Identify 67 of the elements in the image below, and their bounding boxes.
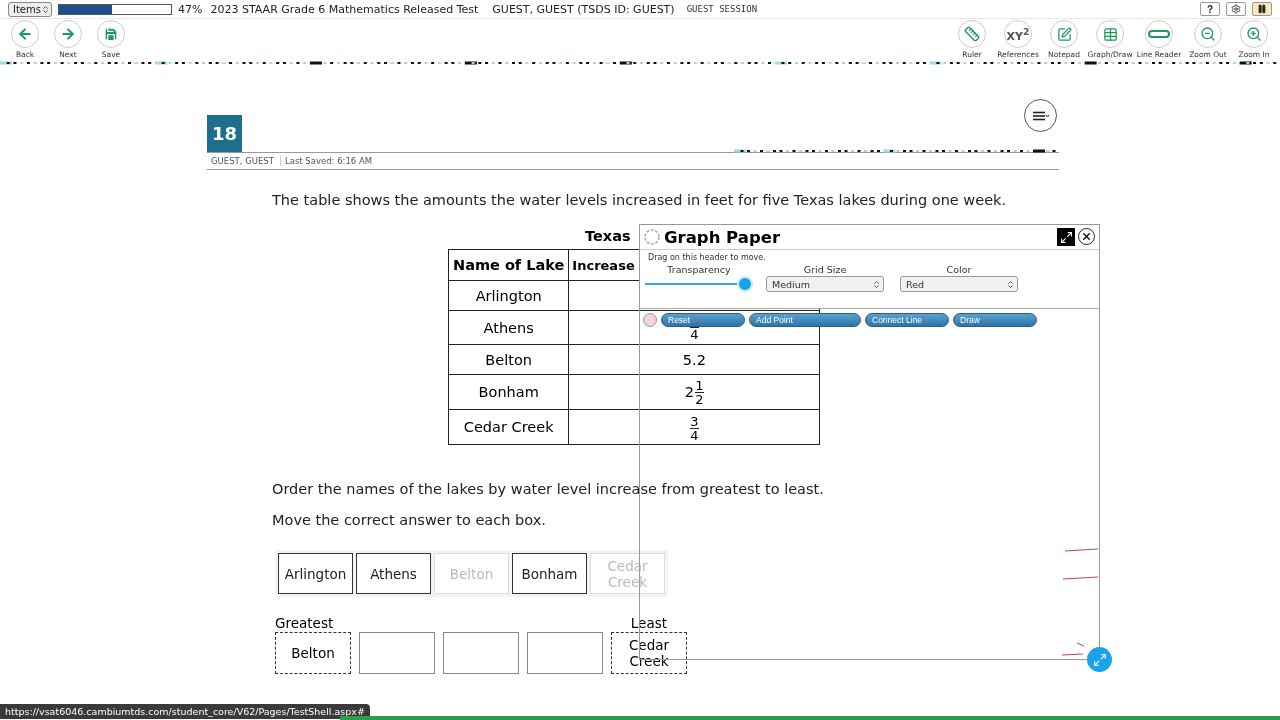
close-button[interactable] <box>1078 228 1095 245</box>
graph-tool-button[interactable]: Draw <box>953 313 1037 327</box>
close-icon <box>1081 231 1092 242</box>
items-select[interactable]: Items <box>8 1 52 17</box>
help-button[interactable]: ? <box>1200 2 1220 16</box>
answer-choice[interactable]: Bonham <box>512 553 587 594</box>
record-button[interactable] <box>643 313 657 327</box>
drag-hint: Drag on this header to move. <box>647 252 767 262</box>
column-header: Name of Lake <box>448 249 569 281</box>
pause-button[interactable] <box>1252 2 1272 16</box>
zoom-out-icon <box>1200 26 1216 42</box>
menu-icon <box>1031 110 1050 121</box>
notepad-icon <box>1056 26 1072 42</box>
up-down-caret-icon <box>1006 279 1015 289</box>
expand-icon <box>1059 230 1073 244</box>
table-title: Texas <box>585 228 631 244</box>
table-cell: Cedar Creek <box>448 409 569 445</box>
student-name: GUEST, GUEST <box>210 156 275 166</box>
answer-slot[interactable] <box>443 632 519 674</box>
pause-icon <box>1257 4 1267 14</box>
fullscreen-button[interactable] <box>1057 228 1075 246</box>
resize-handle[interactable] <box>1087 647 1112 672</box>
loading-icon <box>644 229 660 245</box>
zoom-in-icon <box>1246 26 1262 42</box>
menu-button[interactable] <box>1024 99 1057 132</box>
line-reader-icon <box>1148 30 1170 38</box>
graph-paper-title: Graph Paper <box>664 227 781 247</box>
fraction-value: 3 4 <box>689 414 699 442</box>
status-url: https://vsat6046.cambiumtds.com/student_core/V62/Pages/TestShell.aspx# <box>0 704 370 719</box>
question-number: 18 <box>207 115 242 152</box>
control-label: Transparency <box>667 264 731 275</box>
question-prompt: The table shows the amounts the water levels increased in feet for five Texas lakes during one week. <box>272 192 1008 208</box>
pen-strokes-drawing <box>1061 642 1085 658</box>
session-label: GUEST SESSION <box>686 4 758 14</box>
graph-tool-button[interactable]: Reset <box>661 313 745 327</box>
references-icon: XY$^{2}$ <box>1006 25 1030 43</box>
expand-icon <box>1092 652 1107 667</box>
ruler-icon <box>964 26 980 42</box>
student-name: GUEST, GUEST (TSDS ID: GUEST) <box>492 2 675 16</box>
settings-icon <box>1231 4 1241 14</box>
grid-icon <box>1102 26 1118 42</box>
settings-button[interactable] <box>1226 2 1246 16</box>
progress-reading: 47% <box>178 2 203 16</box>
graph-tool-button[interactable]: Add Point <box>749 313 861 327</box>
instruction-text: Order the names of the lakes by water level increase from greatest to least. <box>272 481 825 497</box>
table-cell: Bonham <box>448 374 569 410</box>
answer-choice[interactable]: Arlington <box>278 553 353 594</box>
up-down-caret-icon <box>41 4 50 14</box>
color-select[interactable]: Red <box>900 276 1018 292</box>
table-cell: Arlington <box>448 280 569 311</box>
answer-slot[interactable] <box>359 632 435 674</box>
next-arrow-icon <box>60 26 76 42</box>
answer-choice[interactable]: Athens <box>356 553 431 594</box>
last-saved: Last Saved: 6:16 AM <box>279 156 379 166</box>
fraction-value: 5.2 <box>682 351 706 368</box>
answer-slot[interactable]: Belton <box>275 632 351 674</box>
pen-strokes-drawing <box>1061 545 1101 581</box>
test-title: 2023 STAAR Grade 6 Mathematics Released Test <box>210 2 479 16</box>
up-down-caret-icon <box>872 279 881 289</box>
table-cell: Athens <box>448 310 569 345</box>
table-cell: Belton <box>448 344 569 375</box>
answer-slot[interactable] <box>527 632 603 674</box>
graph-tool-button[interactable]: Connect Line <box>865 313 949 327</box>
instruction-text: Move the correct answer to each box. <box>272 512 547 528</box>
slot-label: Greatest <box>275 615 334 631</box>
control-label: Color <box>946 264 972 275</box>
grid-size-select[interactable]: Medium <box>766 276 884 292</box>
